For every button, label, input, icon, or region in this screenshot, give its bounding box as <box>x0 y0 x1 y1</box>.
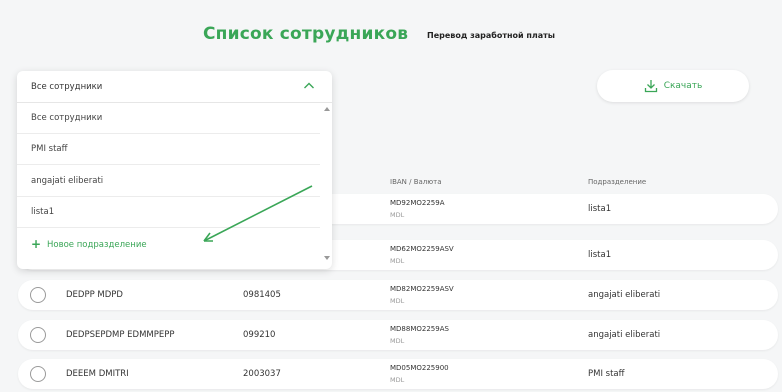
dropdown-option-label: PMI staff <box>31 144 68 154</box>
row-name: DEEEM DMITRI <box>66 369 129 379</box>
row-checkbox[interactable] <box>30 366 46 382</box>
dropdown-scrollbar[interactable] <box>322 104 332 264</box>
row-checkbox[interactable] <box>30 327 46 343</box>
row-department: PMI staff <box>588 369 625 379</box>
dropdown-option-label: Все сотрудники <box>31 113 103 123</box>
row-name: DEDPSEPDMP EDMMPEPP <box>66 330 175 340</box>
download-button[interactable]: Скачать <box>597 70 749 102</box>
dropdown-selected-label: Все сотрудники <box>31 82 103 92</box>
column-header-iban: IBAN / Валюта <box>390 178 442 186</box>
row-currency: MDL <box>390 257 405 265</box>
row-department: angajati eliberati <box>588 290 661 300</box>
title-bar: Список сотрудников Перевод заработной пл… <box>0 22 782 52</box>
row-iban: MD88MO2259AS <box>390 325 449 333</box>
dropdown-option[interactable]: lista1 <box>17 197 320 228</box>
dropdown-option-label: angajati eliberati <box>31 176 104 186</box>
employee-group-dropdown[interactable]: Все сотрудники Все сотрудники PMI staff … <box>17 71 332 269</box>
row-department: lista1 <box>588 204 612 214</box>
download-label: Скачать <box>663 81 703 91</box>
row-department: angajati eliberati <box>588 330 661 340</box>
table-row[interactable]: DEEEM DMITRI 2003037 MD05MO225900 MDL PM… <box>18 359 778 389</box>
row-department: lista1 <box>588 250 612 260</box>
row-checkbox[interactable] <box>30 287 46 303</box>
download-icon <box>644 80 657 93</box>
row-iban: MD05MO225900 <box>390 364 449 372</box>
dropdown-option-label: lista1 <box>31 207 55 217</box>
dropdown-option[interactable]: angajati eliberati <box>17 166 320 197</box>
row-iban: MD82MO2259ASV <box>390 285 454 293</box>
row-phone: 099210 <box>243 330 276 340</box>
table-row[interactable]: DEDPP MDPD 0981405 MD82MO2259ASV MDL ang… <box>18 280 778 310</box>
row-currency: MDL <box>390 376 405 384</box>
add-department-button[interactable]: + Новое подразделение <box>17 229 320 260</box>
chevron-up-icon[interactable] <box>303 81 315 91</box>
row-currency: MDL <box>390 337 405 345</box>
tab-salary-transfer[interactable]: Перевод заработной платы <box>427 31 555 40</box>
row-iban: MD62MO2259ASV <box>390 245 454 253</box>
row-iban: MD92MO2259A <box>390 199 445 207</box>
add-department-label: Новое подразделение <box>47 240 147 250</box>
plus-icon: + <box>31 237 42 251</box>
dropdown-option[interactable]: Все сотрудники <box>17 103 320 134</box>
row-currency: MDL <box>390 297 405 305</box>
row-phone: 2003037 <box>243 369 281 379</box>
page-title: Список сотрудников <box>203 24 409 44</box>
row-phone: 0981405 <box>243 290 281 300</box>
row-name: DEDPP MDPD <box>66 290 123 300</box>
row-currency: MDL <box>390 211 405 219</box>
dropdown-selected[interactable]: Все сотрудники <box>17 71 332 103</box>
column-header-department: Подразделение <box>588 178 647 186</box>
scroll-up-icon[interactable] <box>324 107 330 111</box>
dropdown-option[interactable]: PMI staff <box>17 134 320 165</box>
scroll-down-icon[interactable] <box>324 256 330 260</box>
table-row[interactable]: DEDPSEPDMP EDMMPEPP 099210 MD88MO2259AS … <box>18 320 778 350</box>
